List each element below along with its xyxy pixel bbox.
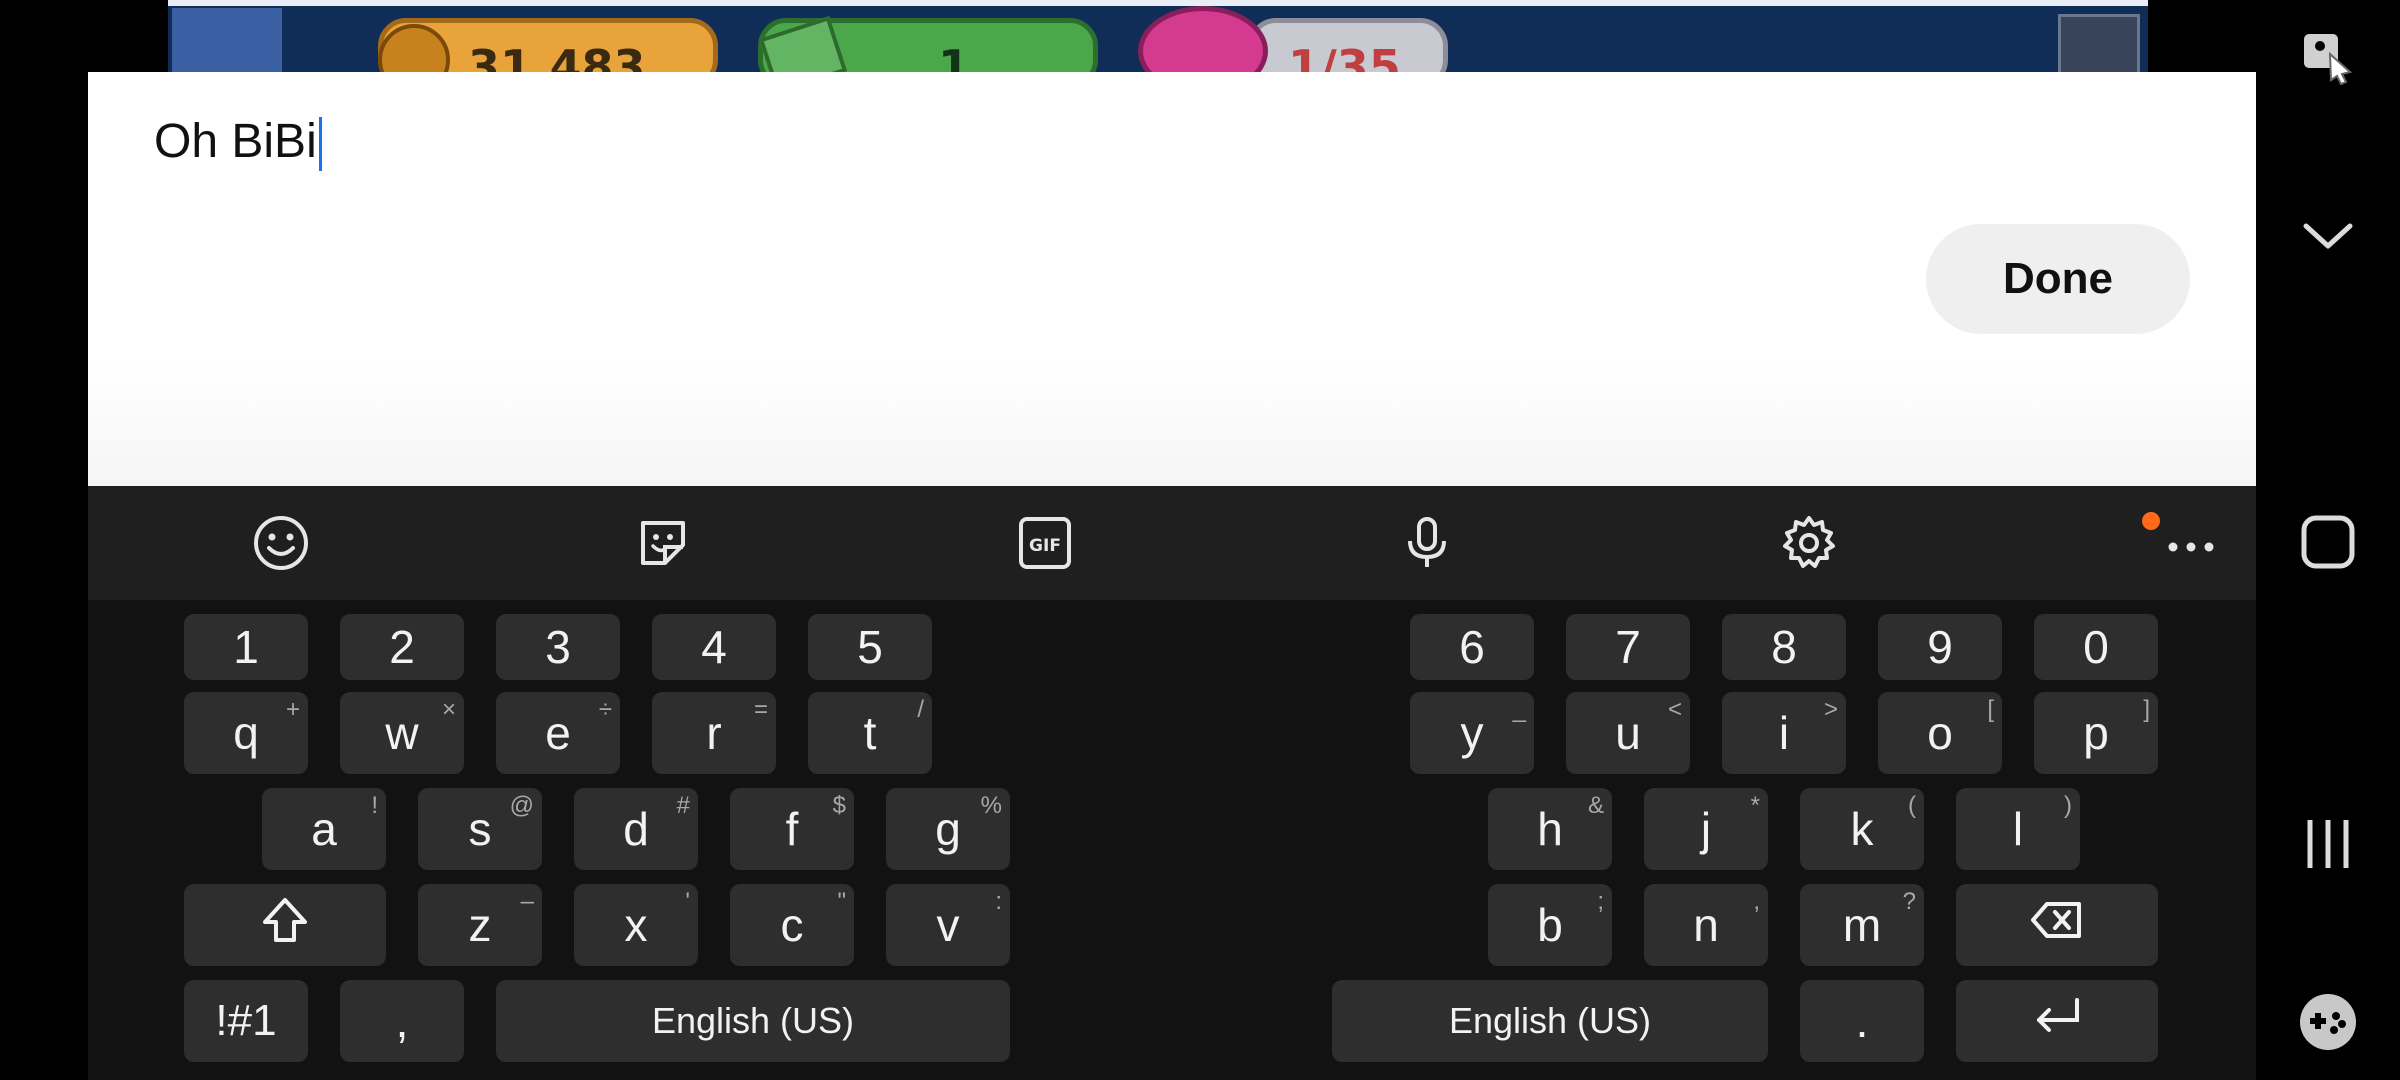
- key-y[interactable]: y _: [1410, 692, 1534, 774]
- key-n[interactable]: n,: [1644, 884, 1768, 966]
- key-t[interactable]: t /: [808, 692, 932, 774]
- key-2[interactable]: 2: [340, 614, 464, 680]
- more-icon[interactable]: [2158, 510, 2224, 576]
- chevron-down-icon[interactable]: [2292, 200, 2364, 272]
- accessibility-cursor-icon[interactable]: [2292, 20, 2364, 92]
- text-entry-panel: Oh BiBi Done: [88, 72, 2256, 486]
- symbols-key[interactable]: !#1: [184, 980, 308, 1062]
- key-b[interactable]: b;: [1488, 884, 1612, 966]
- key-e[interactable]: e ÷: [496, 692, 620, 774]
- key-c[interactable]: c ": [730, 884, 854, 966]
- spacebar-right[interactable]: English (US): [1332, 980, 1768, 1062]
- text-input[interactable]: Oh BiBi: [154, 92, 322, 192]
- key-s[interactable]: s @: [418, 788, 542, 870]
- text-caret: [318, 117, 322, 172]
- shift-icon: [257, 892, 313, 959]
- key-v[interactable]: v:: [886, 884, 1010, 966]
- settings-icon[interactable]: [1776, 510, 1842, 576]
- recents-icon[interactable]: [2292, 808, 2364, 880]
- key-u[interactable]: u <: [1566, 692, 1690, 774]
- key-9[interactable]: 9: [1878, 614, 2002, 680]
- key-l[interactable]: l): [1956, 788, 2080, 870]
- key-5[interactable]: 5: [808, 614, 932, 680]
- cash-value: 1: [938, 40, 971, 72]
- enter-icon: [2029, 988, 2085, 1055]
- key-j[interactable]: j *: [1644, 788, 1768, 870]
- period-key[interactable]: .: [1800, 980, 1924, 1062]
- text-input-value: Oh BiBi: [154, 115, 317, 168]
- navigation-bar: [2256, 0, 2400, 1080]
- shift-key[interactable]: [184, 884, 386, 966]
- key-r[interactable]: r =: [652, 692, 776, 774]
- key-o[interactable]: o[: [1878, 692, 2002, 774]
- key-z[interactable]: z –: [418, 884, 542, 966]
- key-x[interactable]: x ': [574, 884, 698, 966]
- notification-dot: [2142, 512, 2160, 530]
- key-1[interactable]: 1: [184, 614, 308, 680]
- game-hud-top-line: [168, 0, 2148, 6]
- key-f[interactable]: f $: [730, 788, 854, 870]
- sticker-icon[interactable]: [630, 510, 696, 576]
- key-7[interactable]: 7: [1566, 614, 1690, 680]
- comma-key[interactable]: ,: [340, 980, 464, 1062]
- gif-label: GIF: [1029, 536, 1061, 556]
- enter-key[interactable]: [1956, 980, 2158, 1062]
- game-menu-icon: [2058, 14, 2140, 72]
- key-0[interactable]: 0: [2034, 614, 2158, 680]
- keyboard-toolbar: GIF: [88, 486, 2256, 600]
- microphone-icon[interactable]: [1394, 510, 1460, 576]
- key-p[interactable]: p]: [2034, 692, 2158, 774]
- key-k[interactable]: k(: [1800, 788, 1924, 870]
- key-3[interactable]: 3: [496, 614, 620, 680]
- backspace-icon: [2029, 892, 2085, 959]
- ticket-icon: [1138, 6, 1268, 72]
- emoji-icon[interactable]: [248, 510, 314, 576]
- key-i[interactable]: i >: [1722, 692, 1846, 774]
- key-q[interactable]: q +: [184, 692, 308, 774]
- coins-value: 31,483: [468, 40, 646, 72]
- keys-area: 1 2 3 4 5 6 7 8 9 0 q + w × e ÷ r = t / y _ u <…: [88, 600, 2256, 1080]
- ticket-value: 1/35: [1288, 40, 1401, 72]
- spacebar-left[interactable]: English (US): [496, 980, 1010, 1062]
- key-d[interactable]: d #: [574, 788, 698, 870]
- gif-icon[interactable]: GIF: [1012, 510, 1078, 576]
- backspace-key[interactable]: [1956, 884, 2158, 966]
- key-g[interactable]: g%: [886, 788, 1010, 870]
- done-button[interactable]: Done: [1926, 224, 2190, 334]
- home-icon[interactable]: [2292, 506, 2364, 578]
- key-h[interactable]: h &: [1488, 788, 1612, 870]
- key-a[interactable]: a!: [262, 788, 386, 870]
- key-6[interactable]: 6: [1410, 614, 1534, 680]
- key-4[interactable]: 4: [652, 614, 776, 680]
- game-hud-background: 31,483 1 1/35: [168, 0, 2148, 72]
- keyboard: GIF 1 2 3 4 5 6 7 8 9 0 q + w × e ÷ r = t / y…: [88, 486, 2256, 1080]
- player-avatar: [172, 8, 282, 72]
- key-m[interactable]: m?: [1800, 884, 1924, 966]
- key-w[interactable]: w ×: [340, 692, 464, 774]
- game-tools-icon[interactable]: [2292, 986, 2364, 1058]
- key-8[interactable]: 8: [1722, 614, 1846, 680]
